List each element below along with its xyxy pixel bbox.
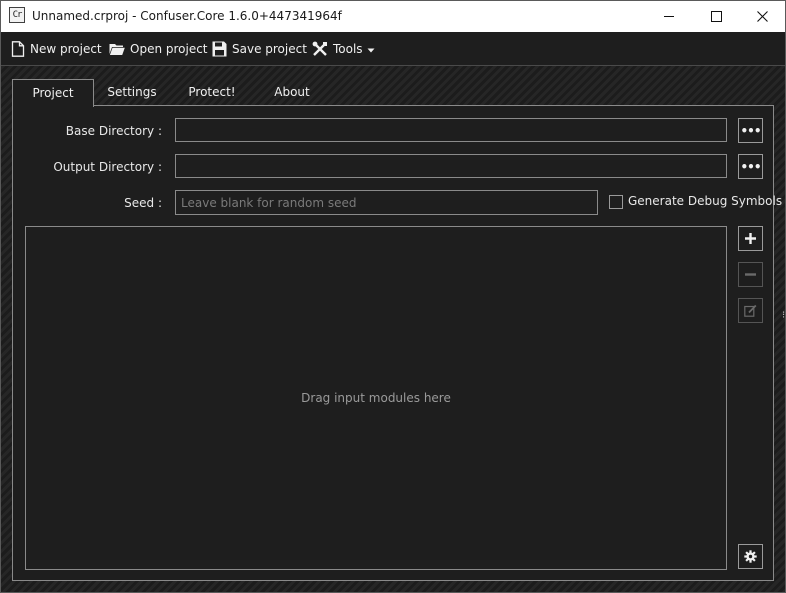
debug-symbols-checkbox[interactable] [609, 195, 623, 209]
gear-icon [744, 550, 757, 563]
minimize-icon [664, 16, 674, 17]
module-settings-button[interactable] [738, 544, 763, 569]
open-project-label: Open project [130, 42, 208, 56]
ellipsis-icon: ••• [740, 123, 761, 138]
base-directory-input[interactable] [175, 118, 727, 142]
new-file-icon [11, 41, 25, 57]
tools-label: Tools [333, 42, 363, 56]
new-project-label: New project [30, 42, 102, 56]
seed-input[interactable] [175, 190, 598, 215]
tab-about[interactable]: About [252, 79, 332, 106]
edit-icon [744, 304, 757, 317]
close-button[interactable] [739, 1, 785, 32]
plus-icon [745, 233, 756, 244]
minus-icon [745, 273, 756, 276]
ellipsis-icon: ••• [740, 159, 761, 174]
minimize-button[interactable] [646, 1, 692, 32]
output-directory-browse-button[interactable]: ••• [738, 154, 763, 179]
edit-module-button[interactable] [738, 298, 763, 323]
toolbar: New project Open project Save project To… [1, 32, 785, 66]
maximize-icon [710, 11, 722, 22]
save-project-label: Save project [232, 42, 307, 56]
debug-symbols-label[interactable]: Generate Debug Symbols [628, 194, 782, 208]
resize-grip[interactable]: ⁝ [782, 310, 785, 321]
remove-module-button[interactable] [738, 262, 763, 287]
new-project-button[interactable]: New project [11, 39, 102, 59]
save-project-button[interactable]: Save project [212, 39, 307, 59]
floppy-disk-icon [212, 41, 227, 57]
output-directory-input[interactable] [175, 154, 727, 178]
tab-settings[interactable]: Settings [92, 79, 172, 106]
title-bar: Cr Unnamed.crproj - Confuser.Core 1.6.0+… [1, 1, 785, 32]
add-module-button[interactable] [738, 226, 763, 251]
maximize-button[interactable] [693, 1, 739, 32]
tools-icon [312, 41, 327, 56]
tab-project[interactable]: Project [12, 79, 94, 107]
output-directory-label: Output Directory : [53, 160, 162, 174]
window-title: Unnamed.crproj - Confuser.Core 1.6.0+447… [32, 9, 342, 23]
seed-label: Seed : [124, 196, 162, 210]
close-icon [756, 11, 768, 22]
modules-dropzone[interactable]: Drag input modules here [25, 226, 727, 570]
app-window: Cr Unnamed.crproj - Confuser.Core 1.6.0+… [0, 0, 786, 593]
chevron-down-icon [367, 48, 375, 53]
open-project-button[interactable]: Open project [109, 39, 208, 59]
tab-protect[interactable]: Protect! [172, 79, 252, 106]
tools-menu-button[interactable]: Tools [312, 39, 380, 59]
base-directory-browse-button[interactable]: ••• [738, 118, 763, 143]
open-folder-icon [109, 44, 125, 55]
app-icon: Cr [9, 7, 25, 23]
base-directory-label: Base Directory : [65, 124, 162, 138]
dropzone-hint: Drag input modules here [301, 391, 451, 405]
